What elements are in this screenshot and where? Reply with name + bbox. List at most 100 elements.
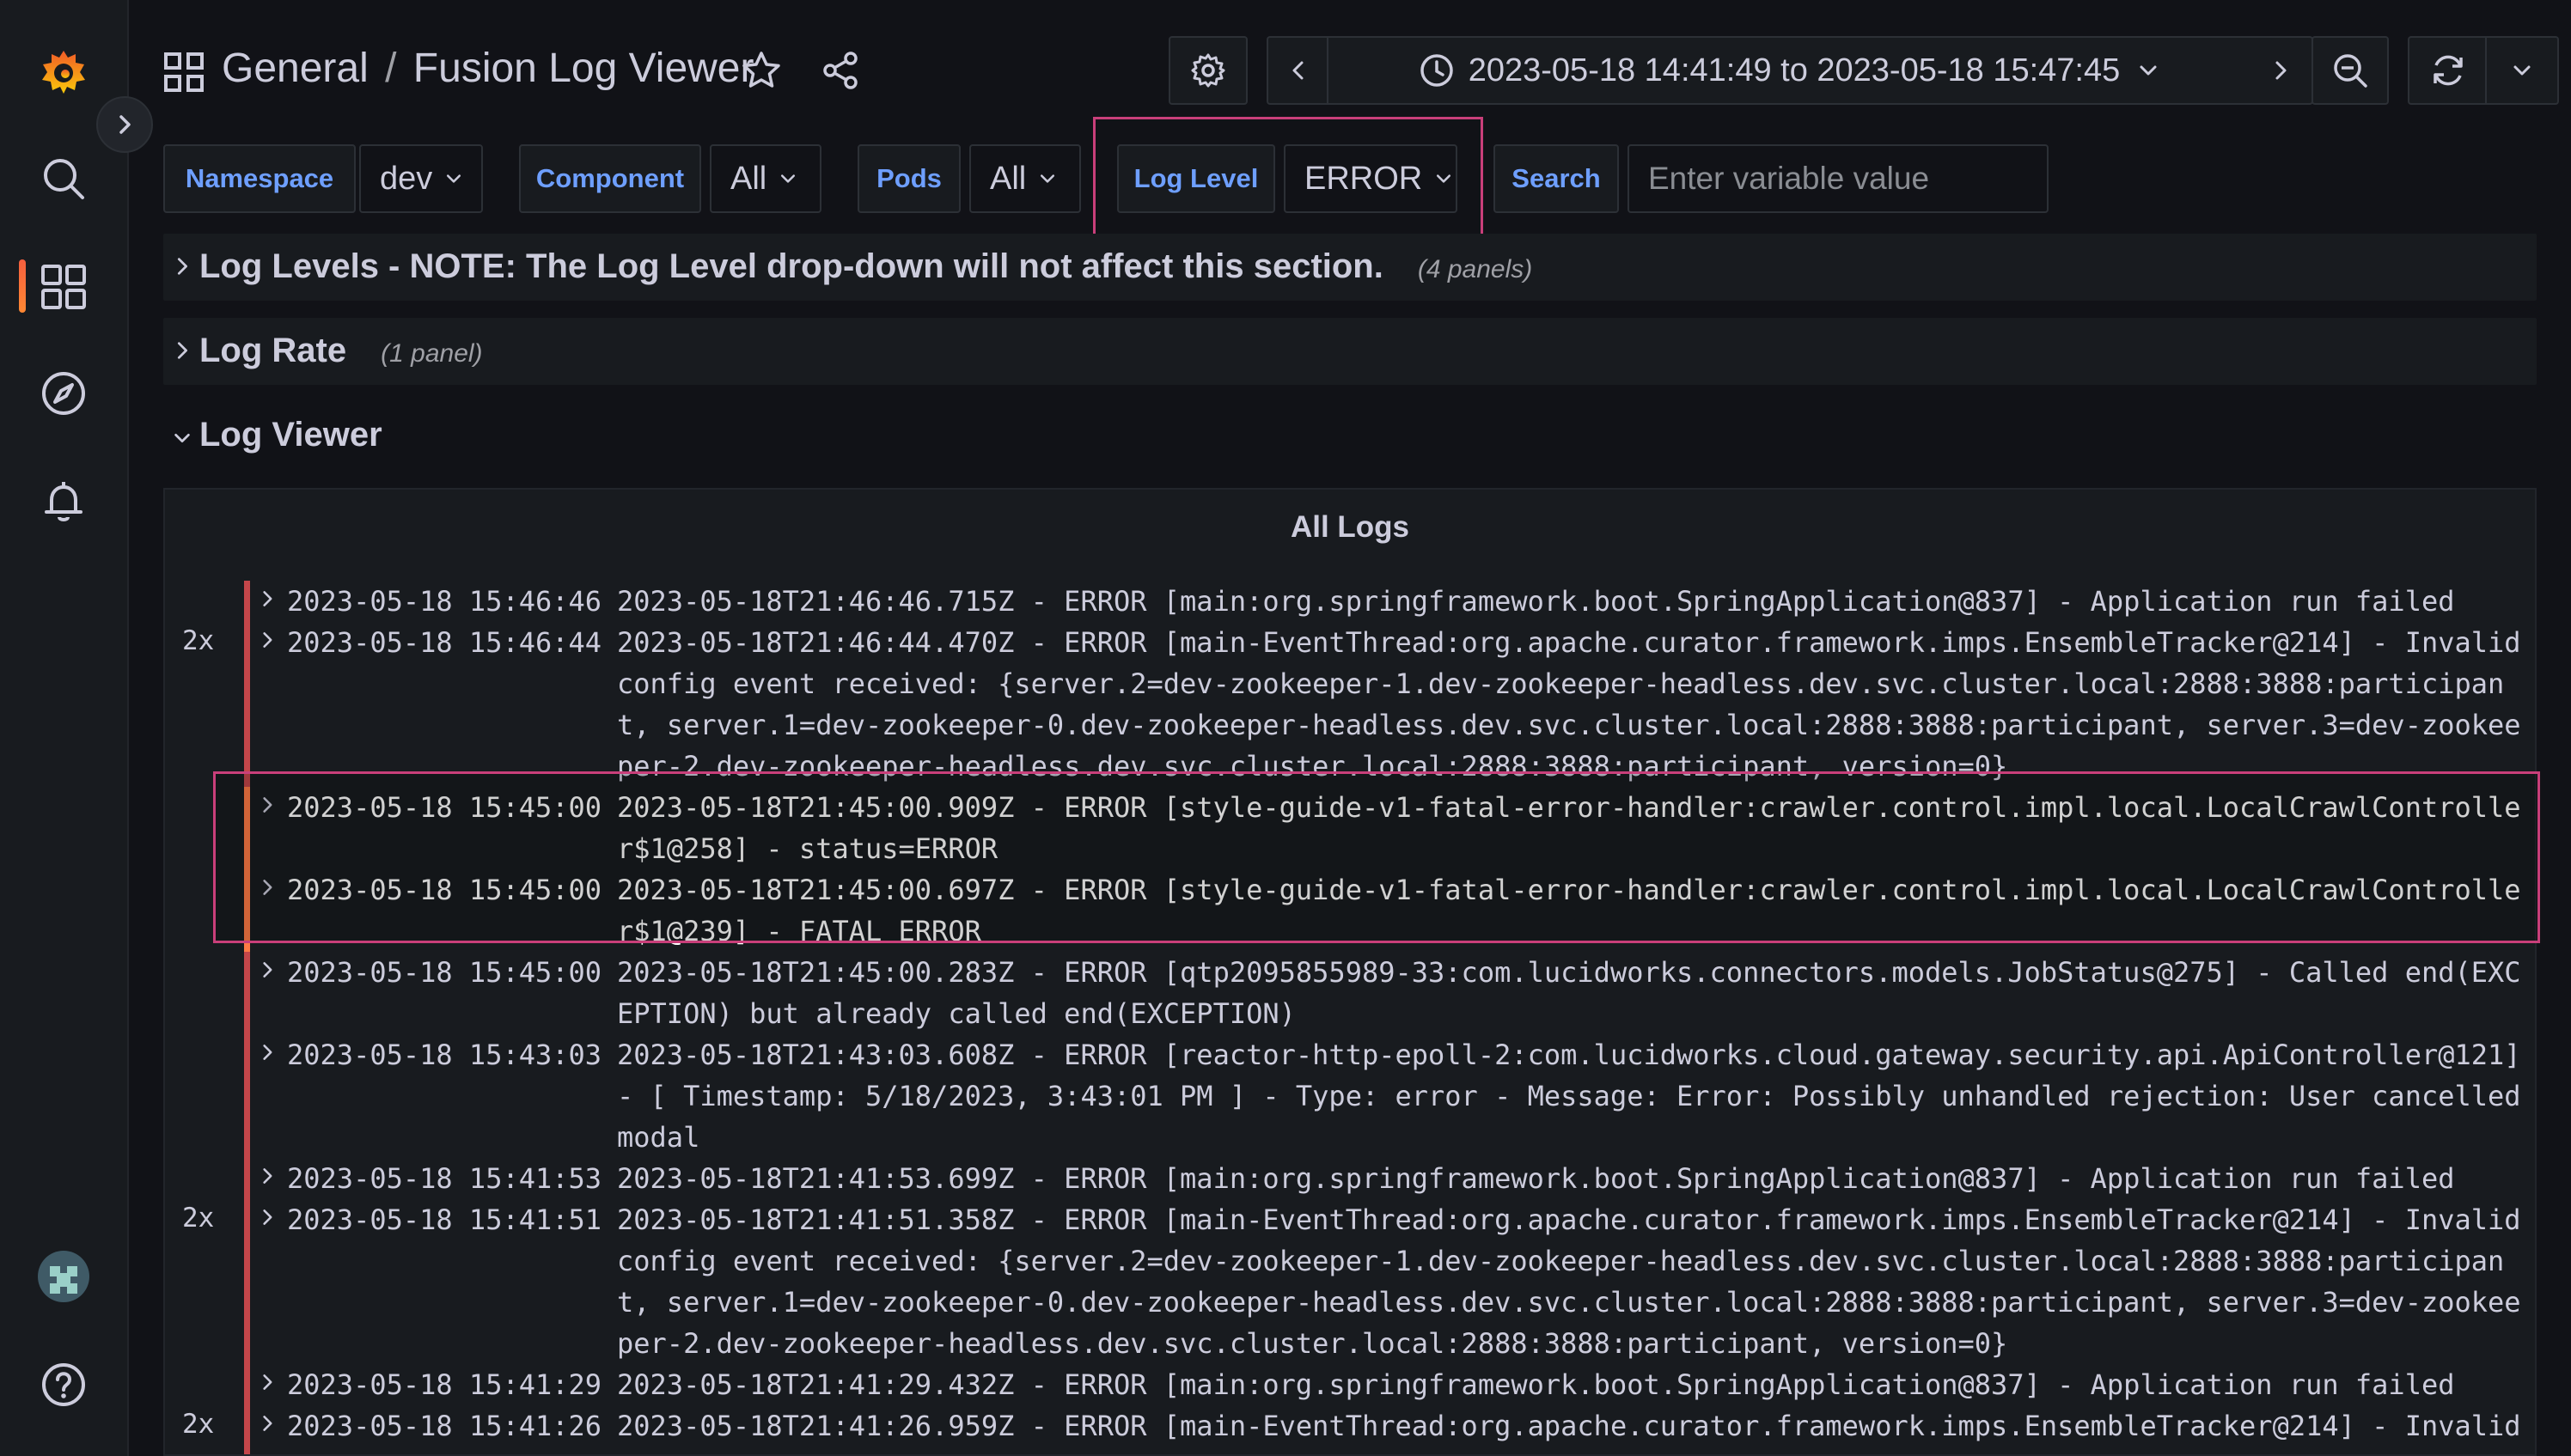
chevron-left-icon bbox=[1292, 61, 1304, 80]
side-nav bbox=[0, 0, 129, 1456]
zoom-out-button[interactable] bbox=[2311, 36, 2389, 105]
log-timestamp: 2023-05-18 15:41:51 bbox=[287, 1203, 602, 1236]
log-row[interactable]: 2023-05-18 15:41:29 2023-05-18T21:41:29.4… bbox=[165, 1364, 2535, 1405]
component-value: All bbox=[730, 160, 767, 197]
log-message: 2023-05-18T21:46:44.470Z - ERROR [main-E… bbox=[617, 626, 2537, 783]
log-message: 2023-05-18T21:41:29.432Z - ERROR [main:o… bbox=[617, 1368, 2455, 1401]
log-rows-highlight bbox=[213, 771, 2540, 943]
log-timestamp: 2023-05-18 15:41:26 bbox=[287, 1410, 602, 1442]
duplicate-count: 2x bbox=[182, 1409, 215, 1440]
log-row[interactable]: 2x 2023-05-18 15:41:26 2023-05-18T21:41:26… bbox=[165, 1405, 2535, 1454]
pods-select[interactable]: All bbox=[969, 144, 1081, 213]
chevron-right-icon[interactable] bbox=[258, 960, 277, 979]
log-row[interactable]: 2x 2023-05-18 15:46:44 2023-05-18T21:46:44… bbox=[165, 622, 2535, 787]
breadcrumb: General / Fusion Log Viewer bbox=[222, 45, 754, 92]
row-title: Log Rate (1 panel) bbox=[199, 332, 483, 370]
help-icon[interactable] bbox=[29, 1350, 98, 1419]
chevron-down-icon bbox=[1437, 174, 1451, 183]
gear-icon bbox=[1191, 53, 1225, 88]
chevron-right-icon[interactable] bbox=[258, 1414, 277, 1433]
log-list: 2023-05-18 15:46:46 2023-05-18T21:46:46.7… bbox=[165, 581, 2535, 1454]
panel-title[interactable]: All Logs bbox=[165, 510, 2535, 545]
log-level-bar bbox=[244, 1364, 250, 1405]
chevron-right-icon[interactable] bbox=[258, 1043, 277, 1062]
breadcrumb-folder[interactable]: General bbox=[222, 46, 369, 91]
refresh-icon bbox=[2434, 55, 2463, 86]
refresh-button[interactable] bbox=[2408, 36, 2487, 105]
log-message: 2023-05-18T21:41:53.699Z - ERROR [main:o… bbox=[617, 1162, 2455, 1195]
time-shift-forward-button[interactable] bbox=[2250, 36, 2313, 105]
chevron-right-icon[interactable] bbox=[258, 1167, 277, 1185]
all-logs-panel: All Logs 2023-05-18 15:46:46 2023-05-18T2… bbox=[163, 488, 2537, 1456]
log-row[interactable]: 2023-05-18 15:41:53 2023-05-18T21:41:53.6… bbox=[165, 1158, 2535, 1199]
dashboards-icon[interactable] bbox=[29, 253, 98, 321]
chevron-down-icon bbox=[2513, 65, 2531, 76]
chevron-right-icon bbox=[2275, 61, 2287, 80]
share-icon[interactable] bbox=[820, 50, 861, 95]
chevron-right-icon[interactable] bbox=[258, 1373, 277, 1392]
log-level-bar bbox=[244, 1034, 250, 1158]
chevron-right-icon[interactable] bbox=[258, 589, 277, 608]
log-level-bar bbox=[244, 1199, 250, 1364]
log-level-bar bbox=[244, 622, 250, 787]
row-log-levels[interactable]: Log Levels - NOTE: The Log Level drop-do… bbox=[163, 234, 2537, 301]
clock-icon bbox=[1420, 54, 1453, 87]
dashboard-title[interactable]: Fusion Log Viewer bbox=[413, 46, 754, 91]
log-row[interactable]: 2023-05-18 15:43:03 2023-05-18T21:43:03.6… bbox=[165, 1034, 2535, 1158]
chevron-down-icon bbox=[1041, 174, 1055, 183]
chevron-down-icon bbox=[174, 433, 190, 443]
time-range-picker[interactable]: 2023-05-18 14:41:49 to 2023-05-18 15:47:… bbox=[1327, 36, 2251, 105]
namespace-label: Namespace bbox=[163, 144, 356, 213]
time-range-text: 2023-05-18 14:41:49 to 2023-05-18 15:47:… bbox=[1468, 52, 2121, 88]
log-timestamp: 2023-05-18 15:46:44 bbox=[287, 626, 602, 659]
dashboards-grid-icon bbox=[163, 52, 205, 93]
log-message: 2023-05-18T21:46:46.715Z - ERROR [main:o… bbox=[617, 585, 2455, 618]
chevron-right-icon[interactable] bbox=[258, 631, 277, 649]
log-message: 2023-05-18T21:45:00.283Z - ERROR [qtp209… bbox=[617, 956, 2521, 1030]
log-level-bar bbox=[244, 581, 250, 622]
log-level-label: Log Level bbox=[1117, 144, 1275, 213]
search-icon[interactable] bbox=[29, 144, 98, 213]
search-input[interactable] bbox=[1627, 144, 2049, 213]
log-timestamp: 2023-05-18 15:41:53 bbox=[287, 1162, 602, 1195]
row-log-viewer-title: Log Viewer bbox=[199, 416, 382, 454]
component-label: Component bbox=[519, 144, 701, 213]
user-avatar[interactable] bbox=[29, 1242, 98, 1311]
log-message: 2023-05-18T21:41:51.358Z - ERROR [main-E… bbox=[617, 1203, 2537, 1360]
duplicate-count: 2x bbox=[182, 1203, 215, 1234]
alerting-bell-icon[interactable] bbox=[29, 467, 98, 536]
grafana-logo-icon[interactable] bbox=[29, 38, 98, 107]
row-panel-count: (1 panel) bbox=[381, 339, 483, 368]
log-row[interactable]: 2023-05-18 15:46:46 2023-05-18T21:46:46.7… bbox=[165, 581, 2535, 622]
log-level-bar bbox=[244, 1158, 250, 1199]
row-log-levels-title: Log Levels - NOTE: The Log Level drop-do… bbox=[199, 247, 1383, 285]
duplicate-count: 2x bbox=[182, 625, 215, 656]
component-select[interactable]: All bbox=[710, 144, 821, 213]
breadcrumb-separator: / bbox=[385, 46, 397, 91]
star-icon[interactable] bbox=[741, 50, 782, 95]
log-timestamp: 2023-05-18 15:43:03 bbox=[287, 1039, 602, 1071]
row-log-rate[interactable]: Log Rate (1 panel) bbox=[163, 318, 2537, 385]
pods-value: All bbox=[990, 160, 1027, 197]
row-log-viewer[interactable]: Log Viewer bbox=[163, 404, 851, 472]
zoom-out-icon bbox=[2334, 54, 2367, 88]
dashboard-settings-button[interactable] bbox=[1169, 36, 1248, 105]
log-timestamp: 2023-05-18 15:46:46 bbox=[287, 585, 602, 618]
row-log-rate-title: Log Rate bbox=[199, 332, 347, 369]
log-level-select[interactable]: ERROR bbox=[1284, 144, 1457, 213]
log-level-bar bbox=[244, 1405, 250, 1454]
chevron-right-icon[interactable] bbox=[258, 1208, 277, 1227]
log-message: 2023-05-18T21:41:26.959Z - ERROR [main-E… bbox=[617, 1410, 2521, 1454]
active-nav-indicator bbox=[19, 259, 26, 313]
chevron-right-icon bbox=[177, 342, 187, 359]
log-row[interactable]: 2x 2023-05-18 15:41:51 2023-05-18T21:41:51… bbox=[165, 1199, 2535, 1364]
chevron-right-icon bbox=[177, 258, 187, 275]
chevron-down-icon bbox=[2140, 65, 2157, 76]
namespace-select[interactable]: dev bbox=[359, 144, 483, 213]
time-shift-back-button[interactable] bbox=[1267, 36, 1328, 105]
refresh-interval-dropdown[interactable] bbox=[2485, 36, 2559, 105]
log-timestamp: 2023-05-18 15:41:29 bbox=[287, 1368, 602, 1401]
log-row[interactable]: 2023-05-18 15:45:00 2023-05-18T21:45:00.2… bbox=[165, 952, 2535, 1034]
row-panel-count: (4 panels) bbox=[1417, 255, 1533, 283]
explore-compass-icon[interactable] bbox=[29, 359, 98, 428]
